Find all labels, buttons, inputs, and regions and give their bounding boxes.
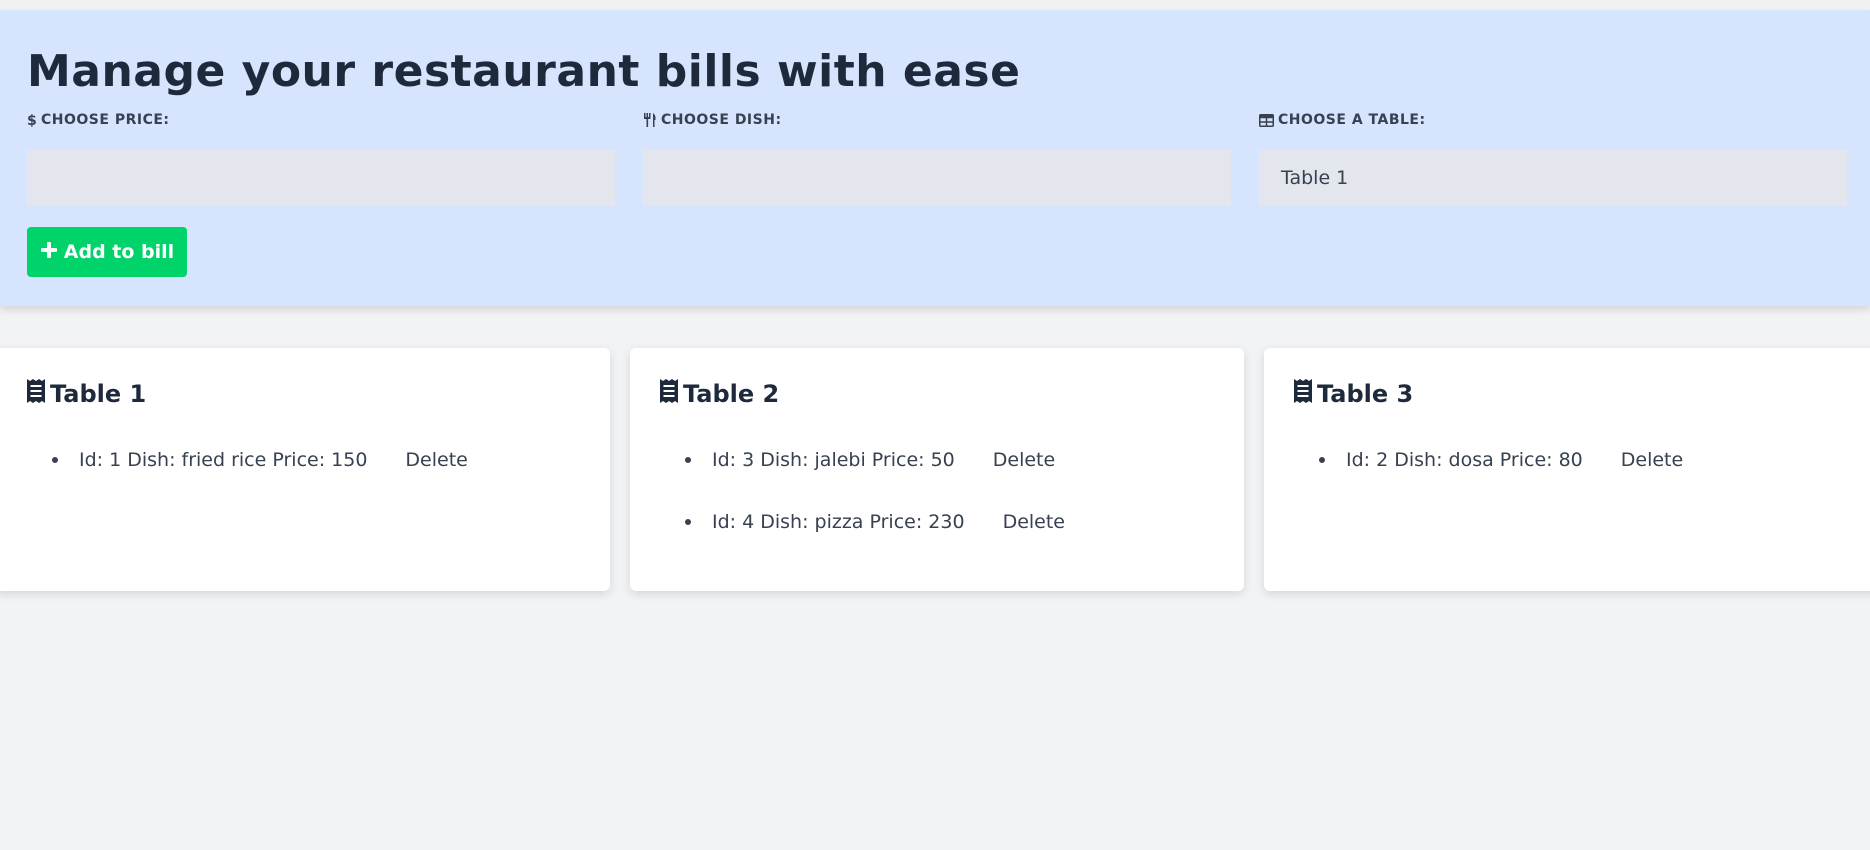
bill-item-list: Id: 1 Dish: fried rice Price: 150 Delete [52,443,468,505]
price-field: $ CHOOSE PRICE: [27,110,615,206]
delete-button[interactable]: Delete [405,449,467,471]
dish-field: CHOOSE DISH: [643,110,1231,206]
bill-item-list: Id: 3 Dish: jalebi Price: 50 Delete Id: … [685,443,1065,567]
dish-input[interactable] [643,150,1231,206]
receipt-icon [659,378,679,410]
table-field: CHOOSE A TABLE: Table 1 [1259,110,1847,206]
bullet [685,457,691,463]
price-input[interactable] [27,150,615,206]
price-label: $ CHOOSE PRICE: [27,110,615,130]
table-card-1: Table 1 Id: 1 Dish: fried rice Price: 15… [0,348,610,591]
list-item: Id: 4 Dish: pizza Price: 230 Delete [685,505,1065,539]
top-strip [0,0,1870,10]
table-name: Table 2 [683,380,780,408]
table-card-title: Table 2 [659,378,779,410]
delete-button[interactable]: Delete [993,449,1055,471]
delete-button[interactable]: Delete [1621,449,1683,471]
table-grid-icon [1259,113,1274,127]
bullet [52,457,58,463]
dish-label: CHOOSE DISH: [643,110,1231,130]
item-text: Id: 1 Dish: fried rice Price: 150 [79,449,368,471]
header-panel: Manage your restaurant bills with ease $… [0,10,1870,306]
item-text: Id: 3 Dish: jalebi Price: 50 [712,449,955,471]
item-text: Id: 2 Dish: dosa Price: 80 [1346,449,1583,471]
bullet [685,519,691,525]
svg-text:$: $ [27,113,37,127]
delete-button[interactable]: Delete [1003,511,1065,533]
dollar-icon: $ [27,113,37,127]
receipt-icon [26,378,46,410]
list-item: Id: 3 Dish: jalebi Price: 50 Delete [685,443,1065,477]
table-card-title: Table 3 [1293,378,1413,410]
table-card-title: Table 1 [26,378,146,410]
bill-item-list: Id: 2 Dish: dosa Price: 80 Delete [1319,443,1683,505]
table-label: CHOOSE A TABLE: [1259,110,1847,130]
price-label-text: CHOOSE PRICE: [41,112,170,128]
list-item: Id: 1 Dish: fried rice Price: 150 Delete [52,443,468,477]
add-to-bill-label: Add to bill [63,241,175,263]
table-select[interactable]: Table 1 [1259,150,1847,206]
table-label-text: CHOOSE A TABLE: [1278,112,1426,128]
bullet [1319,457,1325,463]
receipt-icon [1293,378,1313,410]
utensils-icon [643,113,657,127]
page-title: Manage your restaurant bills with ease [27,46,1021,97]
table-card-2: Table 2 Id: 3 Dish: jalebi Price: 50 Del… [630,348,1244,591]
item-text: Id: 4 Dish: pizza Price: 230 [712,511,965,533]
list-item: Id: 2 Dish: dosa Price: 80 Delete [1319,443,1683,477]
add-to-bill-button[interactable]: Add to bill [27,227,187,277]
table-name: Table 1 [50,380,147,408]
table-select-value: Table 1 [1281,167,1349,189]
dish-label-text: CHOOSE DISH: [661,112,782,128]
table-card-3: Table 3 Id: 2 Dish: dosa Price: 80 Delet… [1264,348,1870,591]
plus-icon [40,241,58,264]
table-name: Table 3 [1317,380,1414,408]
